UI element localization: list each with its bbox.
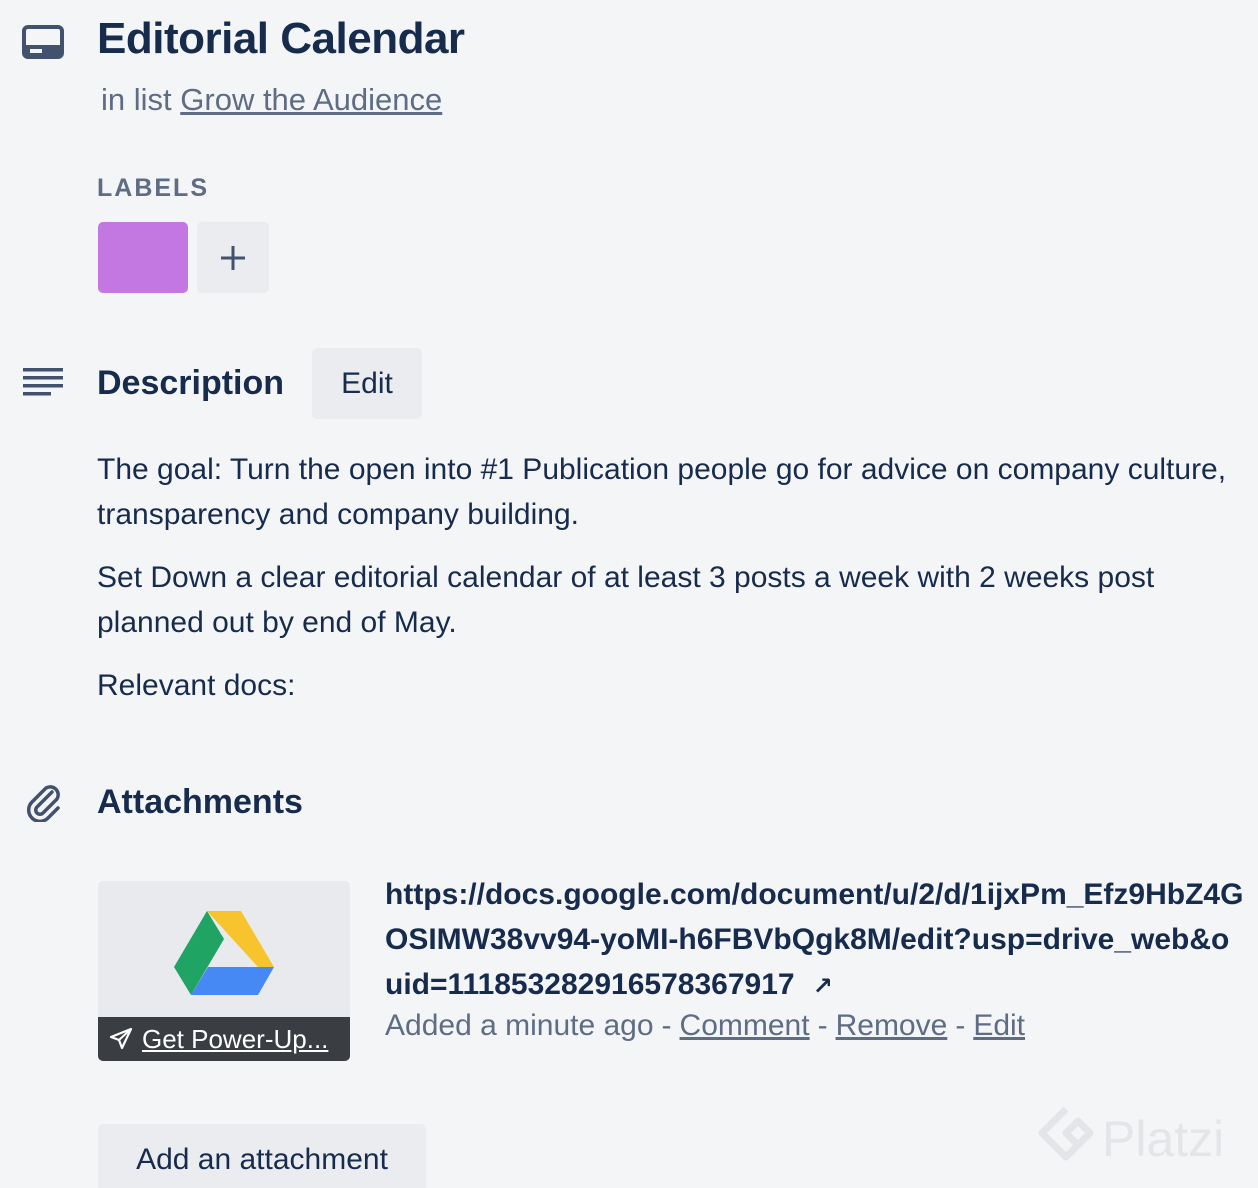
- label-purple[interactable]: [98, 222, 188, 293]
- card-icon: [22, 25, 64, 59]
- description-paragraph-2: Set Down a clear editorial calendar of a…: [97, 561, 1155, 639]
- add-attachment-button[interactable]: Add an attachment: [98, 1124, 426, 1188]
- google-drive-icon: [174, 911, 274, 995]
- description-paragraph-3: Relevant docs:: [97, 669, 296, 702]
- card-list-info: in list Grow the Audience: [101, 82, 442, 118]
- attachment-thumbnail[interactable]: Get Power-Up...: [98, 881, 350, 1061]
- remove-link[interactable]: Remove: [836, 1009, 948, 1042]
- separator: -: [661, 1009, 672, 1042]
- external-link-icon[interactable]: ↗: [813, 973, 833, 1000]
- platzi-logo-icon: [1038, 1106, 1094, 1161]
- attachments-heading: Attachments: [97, 783, 303, 821]
- paperclip-icon: [26, 785, 60, 822]
- description-paragraph-1: The goal: Turn the open into #1 Publicat…: [97, 453, 1227, 531]
- separator: -: [955, 1009, 966, 1042]
- watermark-text: Platzi: [1102, 1111, 1225, 1167]
- get-power-up-link[interactable]: Get Power-Up...: [142, 1024, 328, 1055]
- labels-heading: LABELS: [97, 174, 209, 202]
- description-icon: [23, 368, 63, 396]
- in-list-prefix: in list: [101, 82, 172, 117]
- add-label-button[interactable]: [197, 222, 269, 293]
- comment-link[interactable]: Comment: [680, 1009, 810, 1042]
- card-title: Editorial Calendar: [97, 14, 465, 63]
- edit-attachment-link[interactable]: Edit: [973, 1009, 1025, 1042]
- attachment-added-time: Added a minute ago: [385, 1009, 654, 1042]
- edit-description-button[interactable]: Edit: [312, 348, 422, 419]
- plus-icon: [221, 245, 245, 270]
- list-link[interactable]: Grow the Audience: [180, 82, 442, 117]
- platzi-watermark: Platzi: [1036, 1106, 1224, 1172]
- rocket-icon: [109, 1027, 133, 1050]
- attachment-meta: Added a minute ago - Comment - Remove - Edit: [385, 1009, 1025, 1043]
- description-heading: Description: [97, 364, 285, 402]
- attachment-link[interactable]: https://docs.google.com/document/u/2/d/1…: [385, 872, 1245, 1009]
- separator: -: [817, 1009, 828, 1042]
- get-power-up-bar[interactable]: Get Power-Up...: [98, 1017, 350, 1061]
